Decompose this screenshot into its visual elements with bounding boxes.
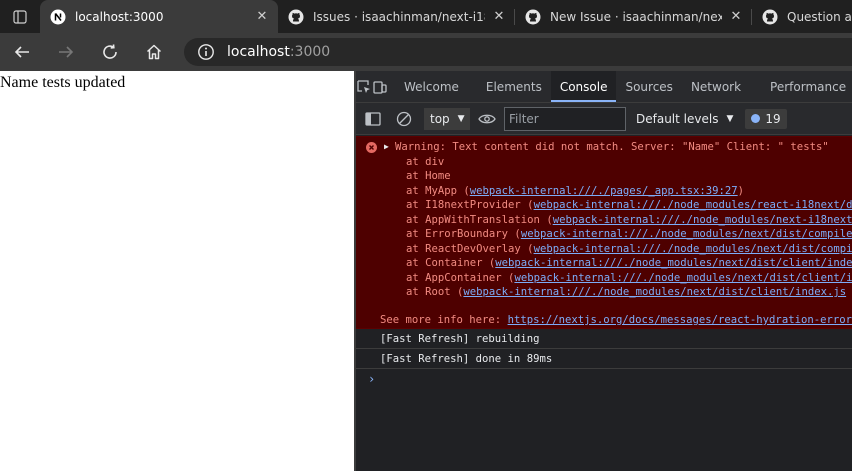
tab-actions-button[interactable]	[0, 0, 40, 33]
stack-frame: at Container (webpack-internal:///./node…	[406, 256, 852, 271]
prompt-chevron-icon: ›	[368, 372, 376, 386]
stack-frame: at div	[406, 155, 445, 168]
stack-frame: at AppContainer (webpack-internal:///./n…	[406, 271, 852, 286]
tab-actions-icon	[13, 9, 27, 24]
back-arrow-icon	[14, 46, 29, 58]
tab-title: localhost:3000	[75, 9, 164, 24]
page-viewport: Name tests updated	[0, 71, 355, 471]
back-button[interactable]	[0, 33, 44, 71]
close-tab-icon[interactable]: ✕	[254, 9, 270, 24]
show-sidebar-button[interactable]	[356, 103, 390, 135]
tab-localhost[interactable]: localhost:3000 ✕	[40, 0, 278, 33]
chevron-down-icon: ▼	[726, 113, 734, 124]
see-more-link[interactable]: https://nextjs.org/docs/messages/react-h…	[508, 314, 852, 326]
stack-link[interactable]: webpack-internal:///./node_modules/react…	[534, 199, 852, 211]
context-value: top	[430, 111, 450, 126]
github-icon	[762, 9, 778, 25]
stack-frame: at ReactDevOverlay (webpack-internal:///…	[406, 242, 852, 257]
message-count: 19	[765, 111, 781, 126]
console-log-line: [Fast Refresh] rebuilding	[356, 329, 852, 349]
console-messages: ▶ Warning: Text content did not match. S…	[356, 136, 852, 389]
clear-console-button[interactable]	[390, 103, 418, 135]
devtools-tab-welcome[interactable]: Welcome	[388, 71, 477, 102]
chevron-down-icon: ▼	[457, 113, 465, 124]
error-text: Warning: Text content did not match. Ser…	[395, 141, 829, 153]
github-icon	[288, 9, 304, 25]
live-expression-button[interactable]	[470, 103, 504, 135]
inspect-icon	[357, 80, 370, 93]
close-tab-icon[interactable]: ✕	[728, 9, 744, 24]
tab-new-issue[interactable]: New Issue · isaachinman/next-i18next ✕	[515, 0, 752, 33]
console-filter-input[interactable]: Filter	[504, 106, 626, 131]
url-port: :3000	[289, 44, 331, 60]
device-toolbar-button[interactable]	[372, 71, 388, 103]
log-levels-dropdown[interactable]: Default levels ▼	[636, 112, 733, 126]
stack-link[interactable]: webpack-internal:///./node_modules/next/…	[463, 286, 846, 298]
devtools-tab-console[interactable]: Console	[550, 71, 617, 102]
inspect-element-button[interactable]	[356, 71, 372, 103]
page-text: Name tests updated	[0, 74, 126, 91]
filter-placeholder: Filter	[509, 111, 539, 126]
stack-frame: at MyApp (webpack-internal:///./pages/_a…	[406, 184, 745, 197]
close-tab-icon[interactable]: ✕	[491, 9, 507, 24]
stack-link[interactable]: webpack-internal:///./node_modules/next-…	[553, 214, 852, 226]
forward-button[interactable]	[44, 33, 88, 71]
tab-question[interactable]: Question ab	[752, 0, 852, 33]
home-icon	[146, 44, 162, 60]
stack-link[interactable]: webpack-internal:///./node_modules/next/…	[495, 257, 852, 269]
url-text: localhost:3000	[227, 44, 330, 60]
stack-link[interactable]: webpack-internal:///./node_modules/next/…	[521, 228, 852, 240]
browser-toolbar: localhost:3000	[0, 33, 852, 71]
devtools-tab-network[interactable]: Network	[682, 71, 750, 102]
devtools-tab-sources[interactable]: Sources	[616, 71, 681, 102]
devtools-tabbar: Welcome Elements Console Sources Network…	[356, 71, 852, 103]
refresh-icon	[103, 44, 117, 59]
devtools-tab-performance[interactable]: Performance	[750, 71, 852, 102]
console-error-message[interactable]: ▶ Warning: Text content did not match. S…	[356, 136, 852, 329]
github-icon	[525, 9, 541, 25]
address-bar[interactable]: localhost:3000	[184, 38, 852, 66]
context-selector[interactable]: top ▼	[424, 107, 470, 130]
error-icon	[366, 142, 377, 153]
forward-arrow-icon	[59, 46, 74, 58]
expand-triangle-icon[interactable]: ▶	[384, 142, 389, 151]
refresh-button[interactable]	[88, 33, 132, 71]
devtools-panel: Welcome Elements Console Sources Network…	[356, 71, 852, 471]
stack-frame: at AppWithTranslation (webpack-internal:…	[406, 213, 852, 228]
tab-title: Question ab	[787, 9, 852, 24]
stack-link[interactable]: webpack-internal:///./pages/_app.tsx:39:…	[470, 185, 738, 197]
sidebar-icon	[365, 111, 381, 126]
eye-icon	[478, 114, 496, 123]
stack-frame: at Root (webpack-internal:///./node_modu…	[406, 286, 847, 298]
console-prompt[interactable]: ›	[356, 369, 852, 389]
stack-frame: at I18nextProvider (webpack-internal:///…	[406, 198, 852, 213]
site-info-icon[interactable]	[197, 43, 215, 61]
nextjs-icon	[50, 9, 66, 25]
home-button[interactable]	[132, 33, 176, 71]
stack-link[interactable]: webpack-internal:///./node_modules/next/…	[534, 243, 852, 255]
tab-title: Issues · isaachinman/next-i18next	[313, 9, 485, 24]
message-count-badge[interactable]: 19	[745, 108, 788, 129]
devtools-tab-elements[interactable]: Elements	[477, 71, 551, 102]
see-more-line: See more info here: https://nextjs.org/d…	[380, 314, 852, 326]
url-host: localhost	[227, 44, 290, 60]
tab-title: New Issue · isaachinman/next-i18next	[550, 9, 722, 24]
tab-issues[interactable]: Issues · isaachinman/next-i18next ✕	[278, 0, 515, 33]
log-levels-label: Default levels	[636, 111, 719, 126]
message-dot-icon	[751, 114, 761, 123]
device-icon	[373, 81, 387, 94]
console-log-line: [Fast Refresh] done in 89ms	[356, 349, 852, 369]
clear-icon	[396, 111, 412, 126]
console-filterbar: top ▼ Filter Default levels ▼ 19	[356, 103, 852, 135]
stack-link[interactable]: webpack-internal:///./node_modules/next/…	[514, 272, 852, 284]
tab-strip: localhost:3000 ✕ Issues · isaachinman/ne…	[0, 0, 852, 33]
stack-frame: at ErrorBoundary (webpack-internal:///./…	[406, 227, 852, 242]
stack-frame: at Home	[406, 170, 451, 182]
